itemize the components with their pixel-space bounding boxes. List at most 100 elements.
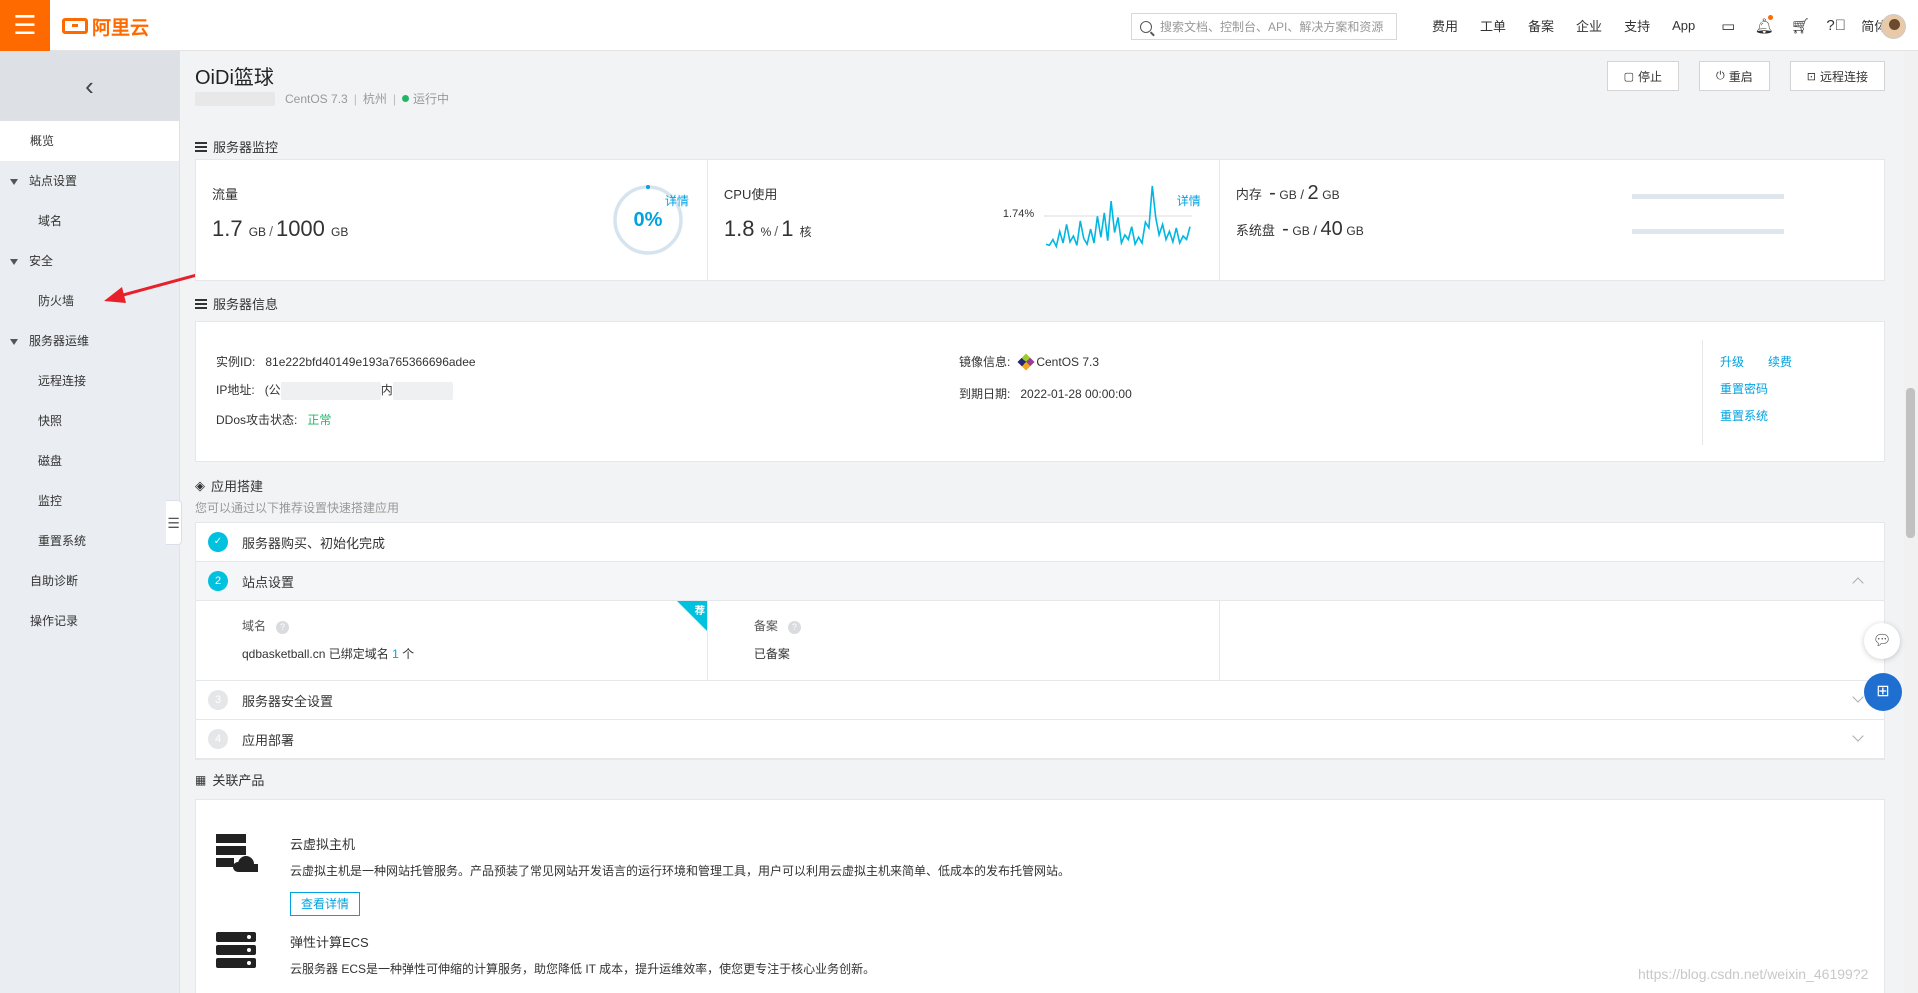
traffic-cell: 流量 1.7 GB/1000 GB 0% 详情 [196, 160, 708, 280]
virtual-host-icon [216, 834, 258, 872]
logo-mark [62, 18, 88, 34]
grid-icon: ▦ [195, 772, 207, 787]
help-icon[interactable]: ? [787, 621, 801, 634]
memory-bar [1631, 194, 1784, 199]
caret-down-icon [10, 258, 18, 265]
traffic-used: 1.7 [212, 216, 243, 241]
stop-button[interactable]: ▢ 停止 [1606, 61, 1680, 91]
traffic-total: 1000 [275, 216, 325, 241]
sidebar-item-self-diagnose[interactable]: 自助诊断 [0, 561, 179, 601]
list-icon [195, 298, 207, 309]
step-3[interactable]: 3 服务器安全设置 [196, 681, 1884, 720]
restart-button[interactable]: ⏻ 重启 [1699, 61, 1770, 91]
restart-label: 重启 [1728, 69, 1753, 84]
instance-id-row: 实例ID: 81e222bfd40149e193a765366696adee [216, 353, 476, 370]
nav-tickets[interactable]: 工单 [1480, 16, 1506, 35]
aliyun-logo[interactable]: 阿里云 [62, 13, 149, 39]
sidebar-item-op-log[interactable]: 操作记录 [0, 601, 179, 641]
chevron-left-icon[interactable]: ‹ [0, 51, 179, 121]
memory-total-unit: GB [1322, 188, 1340, 202]
search-input[interactable]: 搜索文档、控制台、API、解决方案和资源 [1131, 13, 1397, 40]
region-label: 杭州 [362, 92, 387, 106]
help-icon[interactable]: ? [276, 621, 290, 634]
hamburger-icon[interactable]: ☰ [0, 0, 50, 51]
sidebar-item-snapshot[interactable]: 快照 [0, 401, 179, 441]
nav-fees[interactable]: 费用 [1432, 16, 1458, 35]
reset-system-link[interactable]: 重置系统 [1720, 407, 1768, 424]
divider [1702, 340, 1703, 445]
domain-text: qdbasketball.cn 已绑定域名 [242, 647, 389, 661]
step-1[interactable]: ✓ 服务器购买、初始化完成 [196, 523, 1884, 562]
instance-meta: CentOS 7.3 | 杭州 | 运行中 [195, 90, 449, 107]
bell-icon[interactable]: 🔔︎ [1753, 14, 1775, 35]
sidebar-item-remote[interactable]: 远程连接 [0, 361, 179, 401]
reset-password-link[interactable]: 重置密码 [1720, 380, 1768, 397]
monitor-title: 服务器监控 [213, 140, 279, 155]
sidebar-item-disk[interactable]: 磁盘 [0, 441, 179, 481]
domain-key: 域名? [242, 617, 290, 634]
related-products-card: 云虚拟主机 云虚拟主机是一种网站托管服务。产品预装了常见网站开发语言的运行环境和… [195, 799, 1885, 993]
image-row: 镜像信息: CentOS 7.3 [959, 353, 1100, 371]
cart-icon[interactable]: 🛒︎ [1789, 17, 1811, 35]
renew-link[interactable]: 续费 [1768, 353, 1792, 370]
search-icon [1140, 20, 1152, 33]
disk-bar [1631, 229, 1784, 234]
check-icon: ✓ [208, 532, 228, 552]
memory-row: 内存 - GB / 2 GB [1235, 182, 1340, 204]
scrollbar-thumb[interactable] [1906, 388, 1915, 538]
avatar[interactable] [1881, 14, 1906, 39]
chat-icon[interactable]: 💬︎ [1864, 623, 1900, 659]
centos-icon [1017, 353, 1035, 371]
icp-key: 备案? [754, 617, 801, 634]
nav-support[interactable]: 支持 [1624, 16, 1650, 35]
top-nav: 费用 工单 备案 企业 支持 App ▭ 🔔︎ 🛒︎ ?⃝ 简体 [1432, 0, 1909, 51]
server-info-title: 服务器信息 [213, 297, 279, 312]
os-label: CentOS 7.3 [285, 91, 348, 106]
domain-count-unit: 个 [402, 647, 415, 661]
domain-count[interactable]: 1 [392, 647, 399, 661]
traffic-used-unit: GB [248, 225, 267, 239]
disk-total-unit: GB [1346, 224, 1364, 238]
sidebar-item-monitor[interactable]: 监控 [0, 481, 179, 521]
stop-label: 停止 [1638, 69, 1663, 84]
nav-app[interactable]: App [1672, 18, 1695, 33]
power-icon: ⏻ [1716, 69, 1725, 82]
traffic-value: 1.7 GB/1000 GB [212, 216, 349, 241]
sidebar-item-overview[interactable]: 概览 [0, 121, 179, 161]
sidebar-group-label: 服务器运维 [29, 334, 90, 348]
apps-icon[interactable]: ⊞ [1864, 673, 1902, 711]
caret-down-icon [10, 178, 18, 185]
ddos-status: 正常 [307, 413, 332, 427]
sidebar-collapse-handle[interactable]: ☰ [166, 500, 182, 545]
cpu-value: 1.8 %/1 核 [723, 216, 812, 241]
watermark: https://blog.csdn.net/weixin_46199?2 [1638, 966, 1869, 982]
cpu-cores-unit: 核 [799, 225, 812, 239]
nav-icp[interactable]: 备案 [1528, 16, 1554, 35]
product-name: 弹性计算ECS [290, 935, 369, 950]
help-icon[interactable]: ?⃝ [1825, 17, 1847, 34]
domain-value: qdbasketball.cn 已绑定域名 1 个 [242, 645, 414, 662]
cpu-cell: CPU使用 1.8 %/1 核 1.74% 详情 [708, 160, 1220, 280]
step-2[interactable]: 2 站点设置 [196, 562, 1884, 601]
sidebar-item-reset-system[interactable]: 重置系统 [0, 521, 179, 561]
step-4[interactable]: 4 应用部署 [196, 720, 1884, 759]
stop-icon: ▢ [1623, 70, 1635, 83]
sidebar-group-site[interactable]: 站点设置 [0, 161, 179, 201]
app-build-section-title: ◈ 应用搭建 [195, 476, 263, 495]
icp-cell: 备案? 已备案 [708, 601, 1220, 680]
cpu-label: CPU使用 [723, 187, 778, 202]
traffic-detail-link[interactable]: 详情 [665, 192, 689, 209]
disk-row: 系统盘 - GB / 40 GB [1235, 218, 1364, 240]
remote-connect-button[interactable]: ⊡ 远程连接 [1789, 61, 1885, 91]
sidebar-group-ops[interactable]: 服务器运维 [0, 321, 179, 361]
cpu-detail-link[interactable]: 详情 [1177, 192, 1201, 209]
image-value: CentOS 7.3 [1036, 355, 1100, 369]
view-details-button[interactable]: 查看详情 [290, 892, 360, 916]
ip-row: IP地址: (公 内 [216, 381, 453, 400]
layers-icon: ◈ [195, 477, 205, 493]
nav-enterprise[interactable]: 企业 [1576, 16, 1602, 35]
server-info-section-title: 服务器信息 [195, 294, 278, 313]
terminal-icon[interactable]: ▭ [1717, 17, 1739, 35]
app-build-title: 应用搭建 [211, 479, 264, 494]
upgrade-link[interactable]: 升级 [1720, 353, 1744, 370]
